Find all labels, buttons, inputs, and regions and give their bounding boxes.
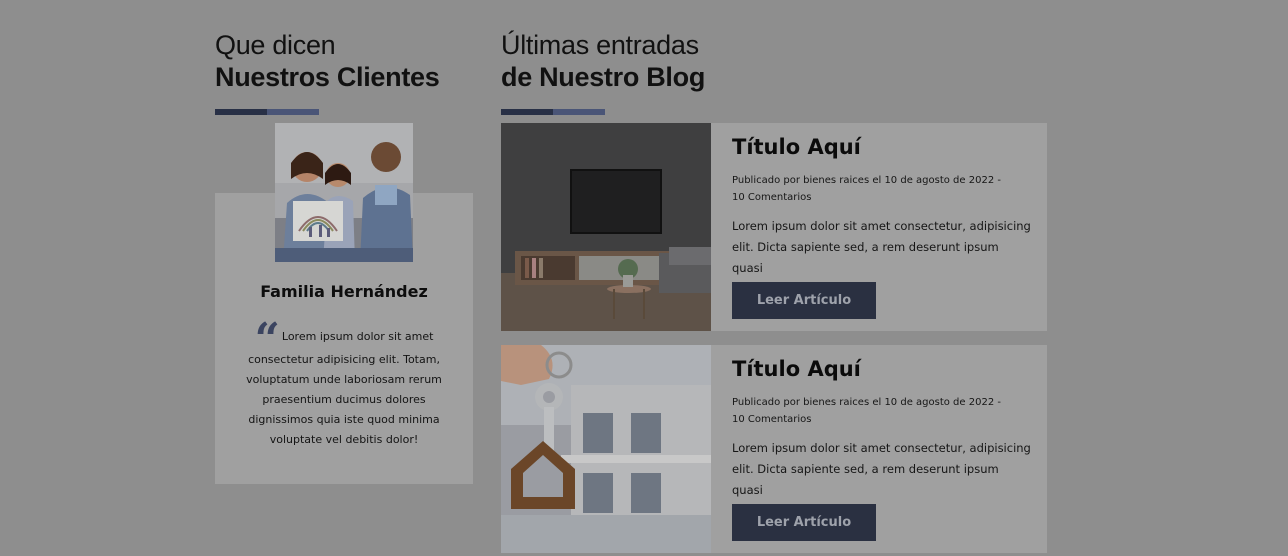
testimonials-heading-light: Que dicen [215, 30, 336, 60]
blog-post: Título Aquí Publicado por bienes raices … [501, 345, 1047, 553]
post-excerpt: Lorem ipsum dolor sit amet consectetur, … [732, 441, 1031, 497]
post-meta: Publicado por bienes raices el 10 de ago… [732, 397, 1001, 425]
post-title[interactable]: Título Aquí [732, 135, 861, 159]
blog-accent-bar [501, 109, 1047, 115]
post-excerpt: Lorem ipsum dolor sit amet consectetur, … [732, 219, 1031, 275]
post-image-house-keys[interactable] [501, 345, 711, 553]
read-article-button[interactable]: Leer Artículo [732, 282, 876, 319]
testimonial-quote: “Lorem ipsum dolor sit amet consectetur … [229, 318, 459, 450]
testimonials-section: Que dicen Nuestros Clientes Familia Hern… [215, 29, 473, 484]
testimonials-heading-bold: Nuestros Clientes [215, 62, 440, 92]
blog-post: Título Aquí Publicado por bienes raices … [501, 123, 1047, 331]
post-title[interactable]: Título Aquí [732, 357, 861, 381]
client-name: Familia Hernández [260, 282, 428, 301]
post-meta: Publicado por bienes raices el 10 de ago… [732, 175, 1001, 203]
post-image-living-room[interactable] [501, 123, 711, 331]
testimonials-accent-bar [215, 109, 473, 115]
blog-heading-bold: de Nuestro Blog [501, 62, 706, 92]
blog-heading-light: Últimas entradas [501, 30, 699, 60]
read-article-button[interactable]: Leer Artículo [732, 504, 876, 541]
blog-section: Últimas entradas de Nuestro Blog Título … [501, 29, 1047, 553]
client-photo [275, 123, 413, 262]
